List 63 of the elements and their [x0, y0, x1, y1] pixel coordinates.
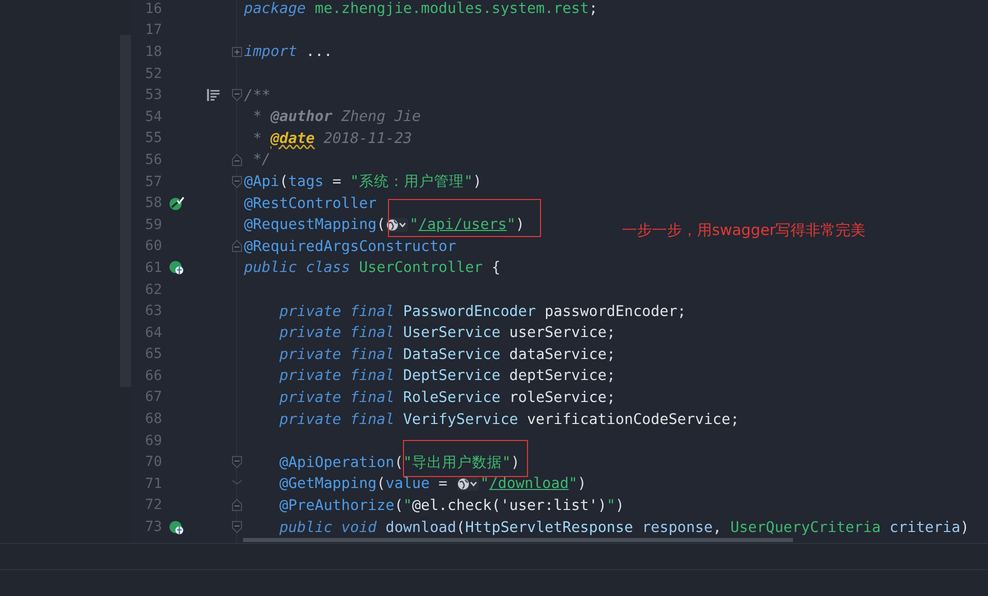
line-number: 16	[144, 0, 162, 17]
fold-start-icon[interactable]	[232, 176, 242, 188]
code-line: private final DeptService deptService;	[278, 367, 616, 384]
line-number: 17	[144, 22, 162, 38]
line-number: 61	[144, 260, 162, 276]
line-number: 52	[144, 66, 162, 82]
bean-globe-icon[interactable]	[169, 260, 184, 276]
code-line: private final VerifyService verificationCodeService;	[278, 410, 740, 428]
line-number: 63	[144, 303, 162, 320]
line-number: 56	[144, 152, 162, 168]
line-number: 59	[144, 216, 162, 233]
code-line: @ApiOperation("导出用户数据")	[278, 452, 520, 472]
line-number: 72	[144, 497, 162, 514]
globe-dropdown-icon[interactable]	[457, 476, 480, 491]
line-number: 62	[144, 282, 162, 298]
fold-end-icon[interactable]	[232, 154, 242, 166]
code-line: @RestController	[244, 194, 377, 212]
line-number: 58	[144, 195, 162, 212]
code-line: "/download")	[480, 475, 586, 492]
fold-start-icon[interactable]	[232, 89, 242, 102]
line-number: 67	[144, 389, 162, 406]
line-number: 73	[144, 519, 162, 536]
annotation-text: 一步一步，用swagger写得非常完美	[622, 221, 866, 240]
line-number: 64	[144, 324, 162, 341]
line-number: 18	[144, 44, 162, 60]
line-number: 68	[144, 411, 162, 428]
doc-render-icon[interactable]	[207, 89, 220, 102]
fold-end-icon[interactable]	[232, 240, 242, 252]
line-number: 57	[144, 174, 162, 190]
code-line: @PreAuthorize("@el.check('user:list')")	[278, 496, 624, 514]
code-line: "/api/users")	[409, 216, 524, 234]
bean-check-icon[interactable]	[169, 196, 184, 211]
globe-dropdown-icon[interactable]	[386, 218, 408, 232]
line-number: 60	[144, 238, 162, 254]
code-line: * @author Zheng Jie	[252, 108, 421, 126]
code-line: @RequiredArgsConstructor	[244, 238, 456, 255]
fold-expand-icon[interactable]	[232, 46, 242, 57]
code-line: */	[252, 151, 271, 168]
code-line: private final PasswordEncoder passwordEncoder;	[278, 302, 686, 320]
code-line: @Api(tags = "系统：用户管理")	[244, 172, 482, 192]
code-line: /**	[244, 86, 271, 104]
fold-end-icon[interactable]	[232, 499, 242, 512]
code-line: public class UserController {	[244, 259, 500, 276]
code-line: import ...	[244, 43, 332, 60]
line-number: 66	[144, 368, 162, 384]
code-line: package me.zhengjie.modules.system.rest;	[244, 0, 598, 18]
code-line: private final RoleService roleService;	[278, 388, 616, 406]
code-line: public void download(HttpServletResponse response, UserQueryCriteria criteria)	[278, 518, 970, 536]
bean-globe-icon[interactable]	[169, 520, 184, 535]
code-line: private final DataService dataService;	[278, 346, 616, 363]
code-line: * @date 2018-11-23	[252, 130, 412, 147]
line-number: 65	[144, 346, 162, 362]
code-line: @GetMapping(value =	[278, 475, 448, 492]
line-number: 71	[144, 476, 162, 492]
code-line: @RequestMapping(	[244, 216, 386, 234]
line-number: 69	[144, 432, 162, 449]
line-number: 53	[144, 87, 162, 104]
code-line: private final UserService userService;	[278, 324, 616, 342]
line-number: 55	[144, 130, 162, 146]
line-number: 54	[144, 108, 162, 125]
fold-start-icon[interactable]	[232, 521, 242, 534]
fold-start-icon[interactable]	[232, 456, 242, 468]
line-number: 70	[144, 454, 162, 470]
